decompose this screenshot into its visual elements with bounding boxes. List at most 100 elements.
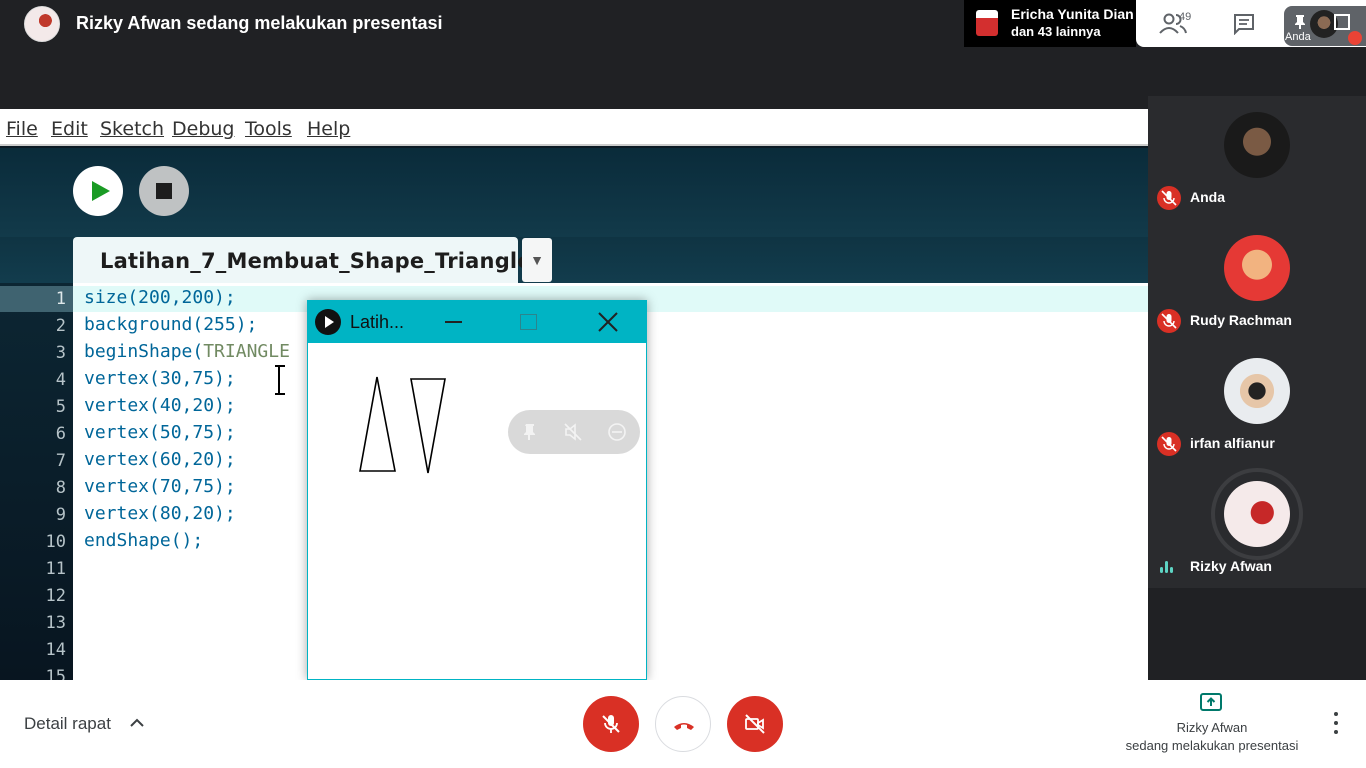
tab-menu-button[interactable]: ▼ bbox=[522, 238, 552, 282]
avatar bbox=[1224, 481, 1290, 547]
menu-debug[interactable]: Debug bbox=[172, 118, 234, 140]
camera-toggle-button[interactable] bbox=[727, 696, 783, 752]
cam-off-icon bbox=[745, 714, 765, 734]
ide-menubar: File Edit Sketch Debug Tools Help bbox=[0, 109, 1148, 146]
line-number: 8 bbox=[55, 478, 66, 498]
sketch-tab-label: Latihan_7_Membuat_Shape_Triangles bbox=[100, 249, 545, 273]
participant-name: Rudy Rachman bbox=[1190, 312, 1292, 328]
line-number: 11 bbox=[45, 559, 66, 579]
line-number: 9 bbox=[55, 505, 66, 525]
floating-presenter-controls bbox=[508, 410, 640, 454]
hangup-icon bbox=[674, 723, 694, 730]
code-line-3: beginShape(TRIANGLE bbox=[84, 341, 290, 362]
notification-others: dan 43 lainnya bbox=[1011, 24, 1101, 39]
code-line-4: vertex(30,75); bbox=[84, 368, 236, 389]
chevron-up-icon[interactable] bbox=[129, 715, 145, 731]
processing-logo-icon bbox=[315, 309, 341, 335]
mic-toggle-button[interactable] bbox=[583, 696, 639, 752]
minimize-button[interactable] bbox=[445, 321, 462, 323]
participant-name: Anda bbox=[1190, 189, 1225, 205]
run-button[interactable] bbox=[73, 166, 123, 216]
sketch-canvas bbox=[308, 343, 646, 679]
triangle-up bbox=[359, 376, 396, 472]
sketch-output-window[interactable]: Latih... bbox=[307, 300, 647, 680]
line-number: 2 bbox=[55, 316, 66, 336]
line-number: 15 bbox=[45, 667, 66, 680]
code-line-3-constant: TRIANGLE bbox=[203, 341, 290, 362]
line-number: 13 bbox=[45, 613, 66, 633]
text-cursor-icon bbox=[275, 365, 286, 395]
participant-tile[interactable]: irfan alfianur bbox=[1148, 342, 1366, 465]
chat-icon[interactable] bbox=[1233, 13, 1255, 35]
line-number: 10 bbox=[45, 532, 66, 552]
notification-name: Ericha Yunita Dian bbox=[1011, 6, 1134, 22]
triangle-down bbox=[410, 378, 446, 474]
sketch-window-title: Latih... bbox=[350, 312, 405, 332]
participant-panel: Anda Rudy Rachman irfan alfianur Rizky A… bbox=[1148, 96, 1366, 588]
participant-name: Rizky Afwan bbox=[1190, 558, 1272, 574]
participant-tile[interactable]: Rudy Rachman bbox=[1148, 219, 1366, 342]
code-line-8: vertex(70,75); bbox=[84, 476, 236, 497]
pin-icon[interactable] bbox=[1292, 14, 1308, 30]
meet-window: Rizky Afwan sedang melakukan presentasi … bbox=[0, 0, 1366, 768]
notification-avatar bbox=[976, 10, 998, 36]
menu-edit[interactable]: Edit bbox=[51, 118, 88, 140]
stop-button[interactable] bbox=[139, 166, 189, 216]
participant-count: 49 bbox=[1179, 11, 1192, 23]
line-number: 12 bbox=[45, 586, 66, 606]
self-label: Anda bbox=[1285, 31, 1311, 43]
present-icon[interactable] bbox=[1200, 693, 1222, 711]
mic-off-icon bbox=[1157, 432, 1181, 456]
top-bar: Rizky Afwan sedang melakukan presentasi … bbox=[0, 0, 1366, 109]
presenter-title: Rizky Afwan sedang melakukan presentasi bbox=[76, 13, 443, 33]
speaking-indicator-icon bbox=[1160, 561, 1178, 573]
avatar bbox=[1224, 235, 1290, 301]
join-notification[interactable]: Ericha Yunita Dian dan 43 lainnya bbox=[964, 0, 1136, 47]
sketch-tab[interactable]: Latihan_7_Membuat_Shape_Triangles bbox=[73, 237, 544, 283]
code-line-6: vertex(50,75); bbox=[84, 422, 236, 443]
leave-call-button[interactable] bbox=[655, 696, 711, 752]
code-line-3-function: beginShape( bbox=[84, 341, 204, 362]
close-icon[interactable] bbox=[595, 309, 621, 335]
shared-screen: File Edit Sketch Debug Tools Help Latiha… bbox=[0, 109, 1148, 680]
triangles-drawing bbox=[359, 376, 446, 474]
participant-tile[interactable]: Rizky Afwan bbox=[1148, 465, 1366, 588]
sketch-window-titlebar[interactable]: Latih... bbox=[308, 301, 646, 343]
participant-tile[interactable]: Anda bbox=[1148, 96, 1366, 219]
presenting-status: sedang melakukan presentasi bbox=[1125, 738, 1299, 753]
line-number: 6 bbox=[55, 424, 66, 444]
participant-name: irfan alfianur bbox=[1190, 435, 1275, 451]
menu-sketch[interactable]: Sketch bbox=[100, 118, 164, 140]
mic-off-icon bbox=[602, 715, 620, 733]
line-number: 1 bbox=[55, 289, 66, 309]
code-line-9: vertex(80,20); bbox=[84, 503, 236, 524]
presenting-name: Rizky Afwan bbox=[1176, 720, 1248, 735]
meeting-details-button[interactable]: Detail rapat bbox=[24, 714, 111, 734]
line-number: 4 bbox=[55, 370, 66, 390]
avatar bbox=[1224, 112, 1290, 178]
mute-icon[interactable] bbox=[563, 422, 583, 442]
line-number: 3 bbox=[55, 343, 66, 363]
line-number: 7 bbox=[55, 451, 66, 471]
pin-icon[interactable] bbox=[520, 422, 540, 442]
presenter-avatar bbox=[24, 6, 60, 42]
self-mute-badge bbox=[1348, 31, 1362, 45]
bottom-bar: Detail rapat Rizky Afwan sedang melakuka… bbox=[0, 680, 1366, 768]
menu-tools[interactable]: Tools bbox=[245, 118, 292, 140]
more-icon[interactable] bbox=[1326, 710, 1346, 736]
code-line-5: vertex(40,20); bbox=[84, 395, 236, 416]
line-number: 5 bbox=[55, 397, 66, 417]
line-number: 14 bbox=[45, 640, 66, 660]
mic-off-icon bbox=[1157, 309, 1181, 333]
menu-file[interactable]: File bbox=[6, 118, 38, 140]
no-camera-icon bbox=[1334, 14, 1350, 30]
code-line-1: size(200,200); bbox=[84, 287, 236, 308]
remove-icon[interactable] bbox=[607, 422, 627, 442]
mic-off-icon bbox=[1157, 186, 1181, 210]
avatar bbox=[1224, 358, 1290, 424]
code-line-10: endShape(); bbox=[84, 530, 204, 551]
code-line-2: background(255); bbox=[84, 314, 258, 335]
menu-help[interactable]: Help bbox=[307, 118, 350, 140]
maximize-button[interactable] bbox=[520, 314, 537, 330]
code-line-7: vertex(60,20); bbox=[84, 449, 236, 470]
